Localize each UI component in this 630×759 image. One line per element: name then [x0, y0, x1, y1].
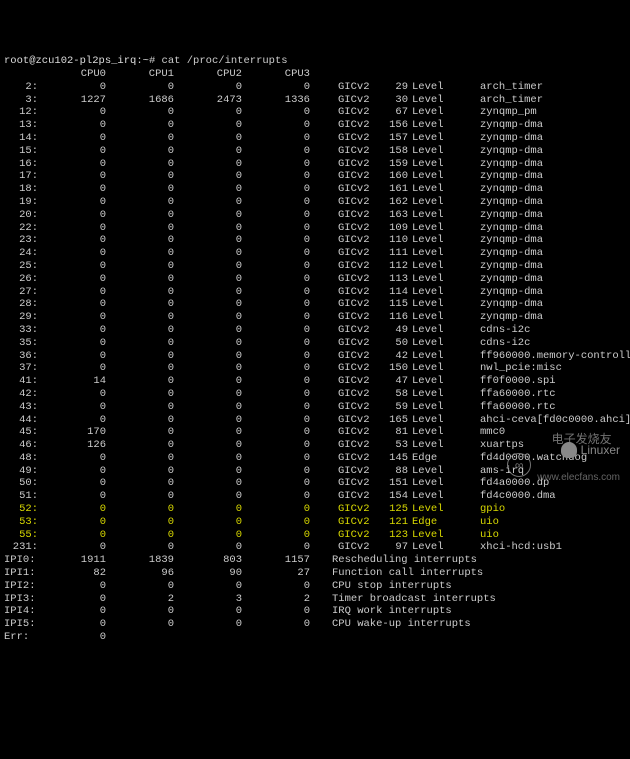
shell-prompt: root@zcu102-pl2ps_irq:~# cat /proc/inter…	[4, 55, 288, 67]
irq-row: 26:0000GICv2113Levelzynqmp-dma	[4, 273, 626, 286]
irq-row: 18:0000GICv2161Levelzynqmp-dma	[4, 183, 626, 196]
irq-row: 42:0000GICv258Levelffa60000.rtc	[4, 388, 626, 401]
header-row: CPU0CPU1CPU2CPU3	[4, 68, 626, 81]
irq-row: 28:0000GICv2115Levelzynqmp-dma	[4, 298, 626, 311]
irq-row: 20:0000GICv2163Levelzynqmp-dma	[4, 209, 626, 222]
ipi-row: IPI5:0000CPU wake-up interrupts	[4, 618, 626, 631]
irq-row: 12:0000GICv267Levelzynqmp_pm	[4, 106, 626, 119]
irq-row: 27:0000GICv2114Levelzynqmp-dma	[4, 286, 626, 299]
irq-row: 15:0000GICv2158Levelzynqmp-dma	[4, 145, 626, 158]
irq-row: 41:14000GICv247Levelff0f0000.spi	[4, 375, 626, 388]
irq-row: 22:0000GICv2109Levelzynqmp-dma	[4, 222, 626, 235]
irq-row: 25:0000GICv2112Levelzynqmp-dma	[4, 260, 626, 273]
ipi-row: IPI4:0000IRQ work interrupts	[4, 605, 626, 618]
irq-row: 37:0000GICv2150Levelnwl_pcie:misc	[4, 362, 626, 375]
ipi-row: IPI1:82969027Function call interrupts	[4, 567, 626, 580]
irq-row: 16:0000GICv2159Levelzynqmp-dma	[4, 158, 626, 171]
irq-row: 43:0000GICv259Levelffa60000.rtc	[4, 401, 626, 414]
irq-row: 19:0000GICv2162Levelzynqmp-dma	[4, 196, 626, 209]
irq-row: 35:0000GICv250Levelcdns-i2c	[4, 337, 626, 350]
irq-row: 13:0000GICv2156Levelzynqmp-dma	[4, 119, 626, 132]
irq-row: 231:0000GICv297Levelxhci-hcd:usb1	[4, 541, 626, 554]
terminal-output: root@zcu102-pl2ps_irq:~# cat /proc/inter…	[4, 55, 626, 644]
irq-row: 36:0000GICv242Levelff960000.memory-contr…	[4, 350, 626, 363]
share-icon: ∞	[507, 453, 531, 477]
irq-row: 23:0000GICv2110Levelzynqmp-dma	[4, 234, 626, 247]
irq-row: 53:0000GICv2121Edgeuio	[4, 516, 626, 529]
watermark-url: www.elecfans.com	[537, 472, 620, 485]
irq-row: 14:0000GICv2157Levelzynqmp-dma	[4, 132, 626, 145]
err-row: Err:0	[4, 631, 626, 644]
irq-row: 3:1227168624731336GICv230Levelarch_timer	[4, 94, 626, 107]
elecfans-watermark: ∞ 电子发烧友 www.elecfans.com	[507, 420, 620, 510]
ipi-row: IPI2:0000CPU stop interrupts	[4, 580, 626, 593]
irq-row: 2:0000GICv229Levelarch_timer	[4, 81, 626, 94]
irq-row: 29:0000GICv2116Levelzynqmp-dma	[4, 311, 626, 324]
irq-row: 17:0000GICv2160Levelzynqmp-dma	[4, 170, 626, 183]
irq-row: 33:0000GICv249Levelcdns-i2c	[4, 324, 626, 337]
ipi-row: IPI3:0232Timer broadcast interrupts	[4, 593, 626, 606]
irq-row: 55:0000GICv2123Leveluio	[4, 529, 626, 542]
ipi-row: IPI0:191118398031157Rescheduling interru…	[4, 554, 626, 567]
irq-row: 24:0000GICv2111Levelzynqmp-dma	[4, 247, 626, 260]
watermark-cn: 电子发烧友	[552, 432, 612, 446]
